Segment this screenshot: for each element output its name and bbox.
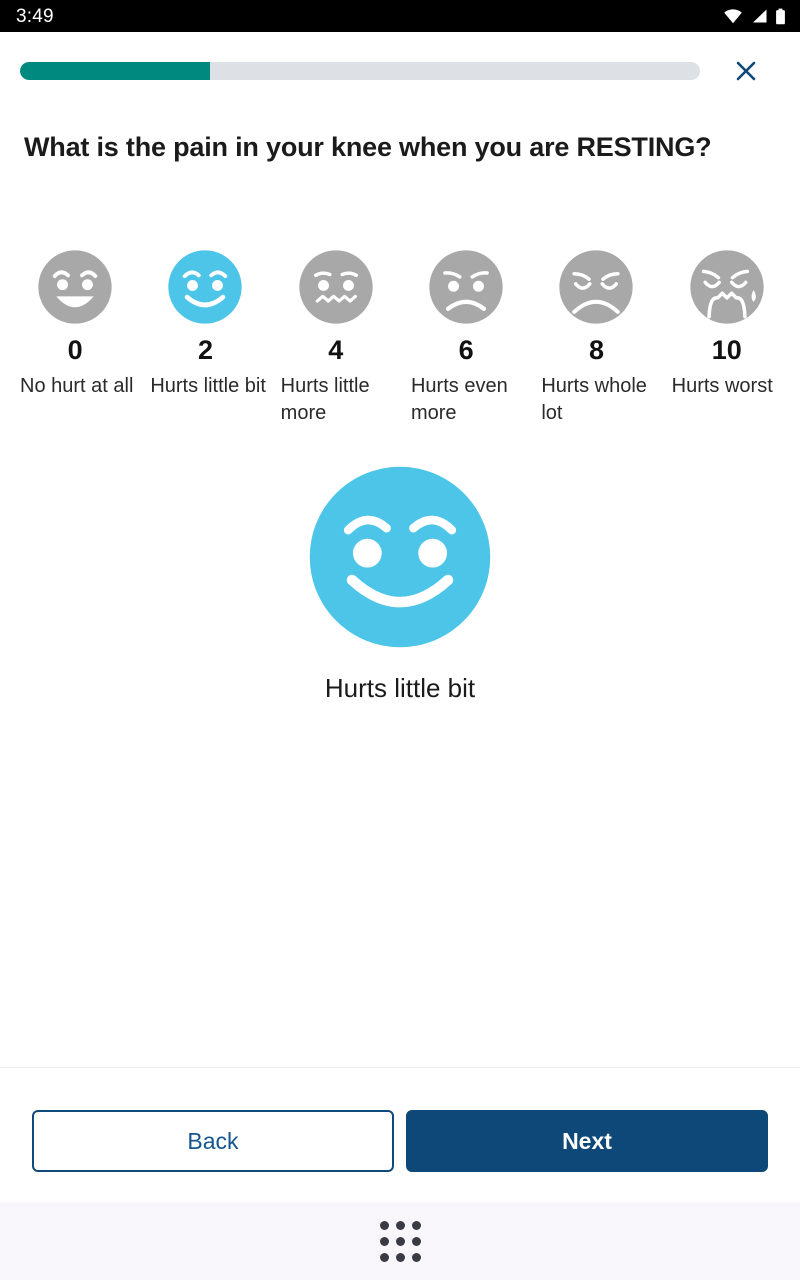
frowning-face-icon (429, 250, 503, 324)
scale-label-4: Hurts little more (280, 375, 370, 424)
scale-value-0: 0 (67, 335, 83, 366)
progress-bar-fill (20, 62, 211, 80)
wavy-mouth-face-icon (299, 250, 373, 324)
scale-label-6: Hurts even more (410, 375, 508, 424)
grid-dot (395, 1236, 405, 1246)
distressed-face-icon (559, 250, 634, 324)
scale-value-10: 10 (711, 335, 742, 366)
grid-dot (411, 1220, 421, 1230)
close-button[interactable] (726, 51, 766, 91)
progress-header (0, 32, 800, 110)
scale-label-0: No hurt at all (20, 375, 134, 398)
scale-option-0[interactable]: 0 No hurt at all (10, 248, 140, 400)
grid-dot (379, 1236, 389, 1246)
selected-value-label: Hurts little bit (324, 672, 476, 703)
system-navigation-bar (0, 1202, 800, 1280)
cellular-signal-icon (753, 9, 767, 23)
status-icons (723, 8, 786, 25)
wifi-icon (724, 9, 742, 24)
next-button[interactable]: Next (406, 1110, 768, 1172)
app-screen: 3:49 What is the pain in your knee when … (0, 0, 800, 1280)
footer-actions: Back Next (0, 1067, 800, 1202)
status-bar: 3:49 (0, 0, 800, 32)
close-icon (736, 61, 756, 81)
status-time: 3:49 (16, 5, 54, 27)
grid-dot (379, 1252, 389, 1262)
scale-option-4[interactable]: 4 Hurts little more (271, 248, 401, 426)
scale-value-4: 4 (328, 335, 344, 366)
scale-label-10: Hurts worst (671, 375, 773, 398)
scale-option-6[interactable]: 6 Hurts even more (401, 248, 531, 426)
app-grid-icon[interactable] (379, 1220, 421, 1262)
grid-dot (379, 1220, 389, 1230)
grid-dot (411, 1252, 421, 1262)
selection-preview: Hurts little bit (0, 461, 800, 701)
back-button[interactable]: Back (32, 1110, 394, 1172)
scale-value-8: 8 (588, 335, 604, 366)
scale-option-10[interactable]: 10 Hurts worst (662, 248, 792, 400)
selected-smiling-face-icon (309, 466, 491, 647)
scale-option-8[interactable]: 8 Hurts whole lot (531, 248, 661, 426)
grinning-face-icon (38, 250, 112, 324)
grid-dot (395, 1220, 405, 1230)
scale-value-2: 2 (197, 335, 213, 366)
scale-label-2: Hurts little bit (150, 375, 266, 398)
crying-face-icon (690, 250, 764, 324)
grid-dot (411, 1236, 421, 1246)
pain-scale: 0 No hurt at all 2 Hurts little bit 4 Hu… (0, 248, 800, 426)
battery-icon (776, 8, 785, 24)
scale-option-2[interactable]: 2 Hurts little bit (140, 248, 270, 400)
smiling-face-icon (168, 250, 243, 324)
scale-value-6: 6 (458, 335, 474, 366)
scale-label-8: Hurts whole lot (541, 375, 647, 424)
grid-dot (395, 1252, 405, 1262)
page-title: What is the pain in your knee when you a… (24, 132, 712, 162)
progress-bar (20, 62, 700, 80)
